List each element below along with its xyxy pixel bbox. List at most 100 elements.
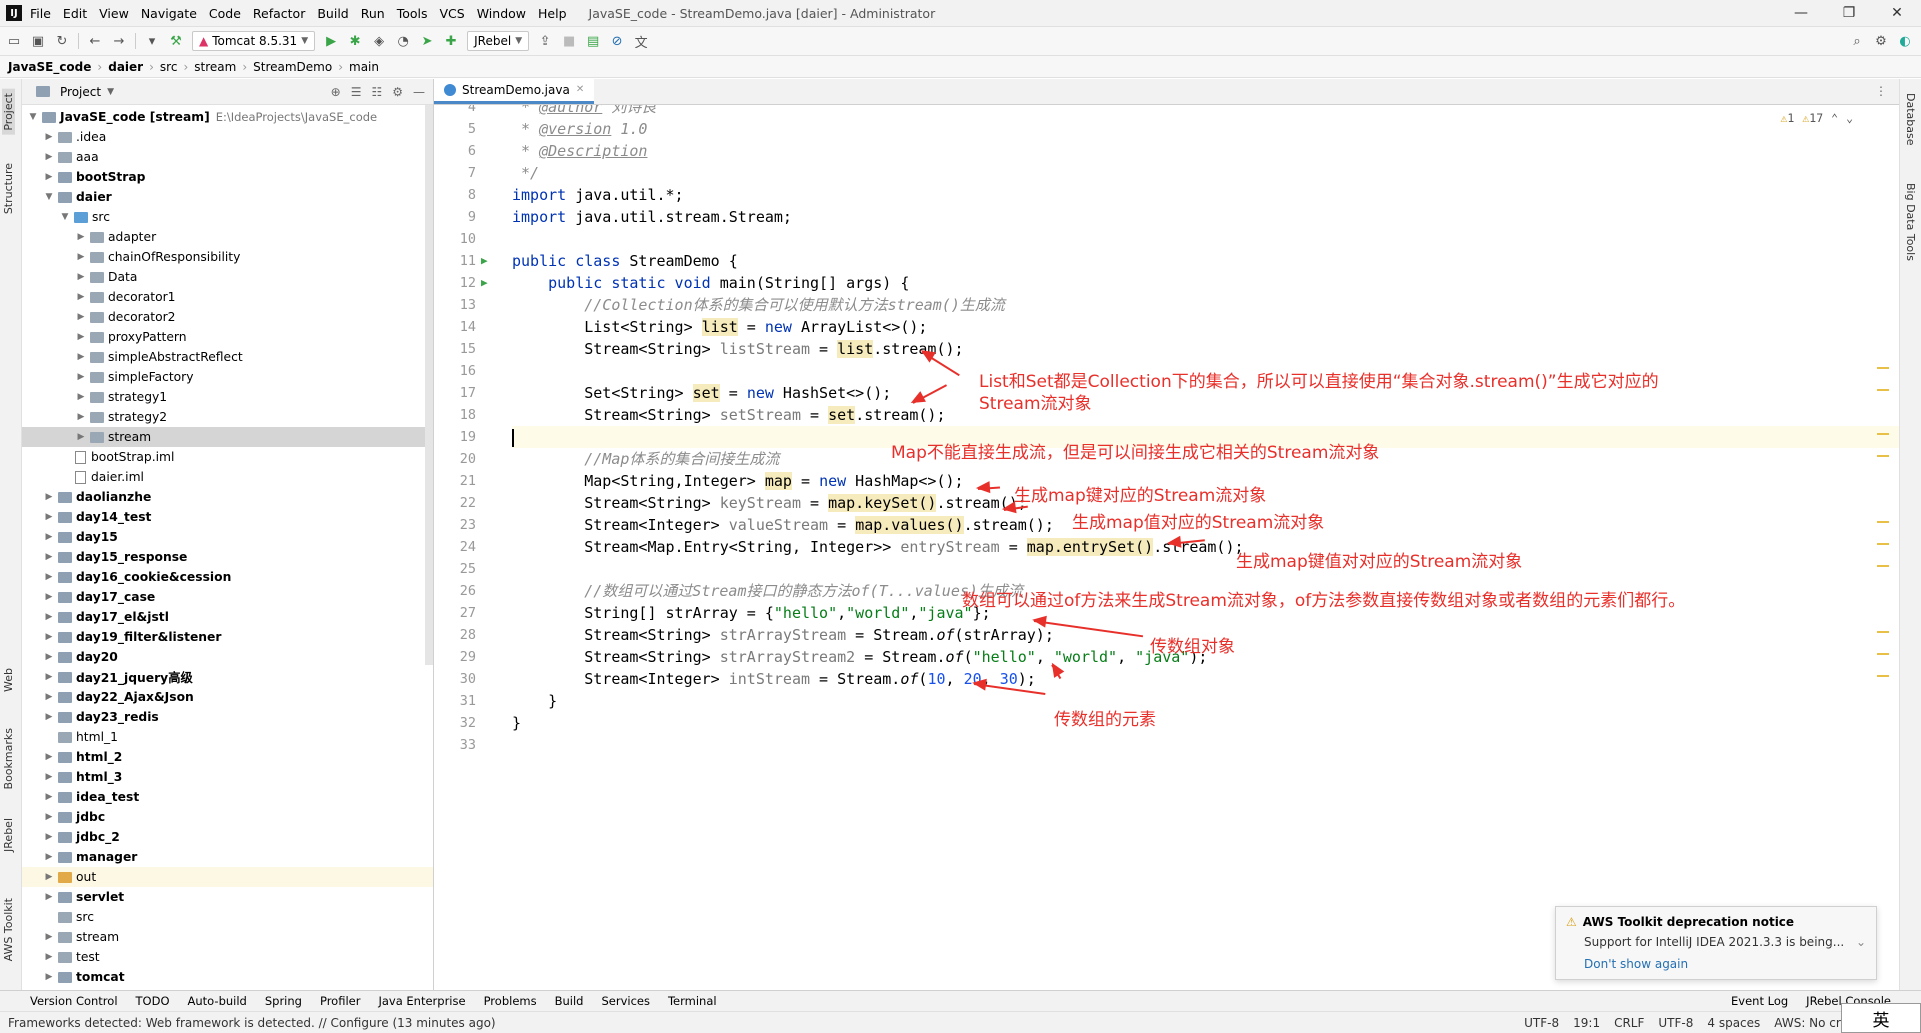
todo-tab[interactable]: TODO [136,994,170,1008]
chart-icon[interactable]: ▤ [585,33,601,49]
chevron-right-icon[interactable]: ▶ [42,132,56,142]
menu-item-build[interactable]: Build [317,6,348,21]
chevron-right-icon[interactable]: ▶ [42,652,56,662]
tree-item[interactable]: ▶ day19_filter&listener [22,627,433,647]
jrebel-run-icon[interactable]: ➤ [419,33,435,49]
menu-item-code[interactable]: Code [209,6,241,21]
close-button[interactable]: ✕ [1873,5,1921,21]
plugin-icon[interactable]: ◐ [1897,33,1913,49]
hide-panel-icon[interactable]: — [413,85,425,99]
chevron-right-icon[interactable]: ▶ [74,232,88,242]
status-encoding[interactable]: UTF-8 [1524,1016,1559,1030]
tree-item[interactable]: bootStrap.iml [22,447,433,467]
chevron-right-icon[interactable]: ▶ [42,772,56,782]
menu-item-window[interactable]: Window [477,6,526,21]
aws-toolkit-tool-tab[interactable]: AWS Toolkit [2,894,15,965]
tree-item[interactable]: html_1 [22,727,433,747]
tree-item[interactable]: ▶ jdbc_2 [22,827,433,847]
bookmarks-tool-tab[interactable]: Bookmarks [2,724,15,793]
status-indent[interactable]: 4 spaces [1707,1016,1760,1030]
database-tool-tab[interactable]: Database [1904,89,1917,150]
tree-item[interactable]: ▶ adapter [22,227,433,247]
no-entry-icon[interactable]: ⊘ [609,33,625,49]
chevron-right-icon[interactable]: ▶ [42,612,56,622]
search-icon[interactable]: ⌕ [1849,33,1865,49]
code-line[interactable] [512,734,1899,756]
translate-icon[interactable]: 文 [633,33,649,51]
chevron-right-icon[interactable]: ▶ [42,492,56,502]
locate-icon[interactable]: ⊕ [331,85,341,99]
ime-indicator[interactable]: 英 [1841,1003,1921,1033]
chevron-right-icon[interactable]: ▶ [42,892,56,902]
chevron-right-icon[interactable]: ▶ [42,572,56,582]
chevron-right-icon[interactable]: ▶ [74,272,88,282]
breadcrumb-module[interactable]: daier [108,60,143,74]
code-line[interactable]: Stream<String> listStream = list.stream(… [512,338,1899,360]
add-config-icon[interactable]: ▾ [144,33,160,49]
tree-item[interactable]: ▶ day22_Ajax&Json [22,687,433,707]
tree-item[interactable]: ▶ day15 [22,527,433,547]
close-tab-icon[interactable]: ✕ [576,84,584,95]
chevron-right-icon[interactable]: ▶ [74,252,88,262]
chevron-right-icon[interactable]: ▶ [42,952,56,962]
chevron-right-icon[interactable]: ▶ [42,512,56,522]
breadcrumb-src[interactable]: src [160,60,178,74]
tree-item[interactable]: ▶ manager [22,847,433,867]
big-data-tools-tab[interactable]: Big Data Tools [1904,179,1917,265]
chevron-right-icon[interactable]: ▶ [74,292,88,302]
tree-item[interactable]: ▶ aaa [22,147,433,167]
more-tabs-icon[interactable]: ⋮ [1875,84,1887,98]
code-line[interactable]: Stream<Integer> intStream = Stream.of(10… [512,668,1899,690]
tree-item[interactable]: ▶ daolianzhe [22,487,433,507]
chevron-right-icon[interactable]: ▶ [74,412,88,422]
chevron-right-icon[interactable]: ▶ [42,552,56,562]
settings-gear-icon[interactable]: ⚙ [1873,33,1889,49]
chevron-down-icon[interactable]: ▼ [42,192,56,202]
chevron-up-icon[interactable]: ⌃ [1831,111,1838,125]
version-control-tab[interactable]: Version Control [30,994,118,1008]
menu-item-navigate[interactable]: Navigate [141,6,197,21]
code-line[interactable]: public static void main(String[] args) { [512,272,1899,294]
tree-item[interactable]: daier.iml [22,467,433,487]
code-editor[interactable]: 4 * @author 刘诗良 5 * @version 1.0 6 * @Desc… [434,105,1899,990]
tree-item[interactable]: ▶ strategy2 [22,407,433,427]
code-line[interactable]: } [512,690,1899,712]
chevron-right-icon[interactable]: ▶ [42,752,56,762]
chevron-right-icon[interactable]: ▶ [74,312,88,322]
tree-item[interactable]: ▶ stream [22,927,433,947]
web-tool-tab[interactable]: Web [2,664,15,696]
tree-item[interactable]: ▶ idea_test [22,787,433,807]
project-scrollbar[interactable] [425,105,433,665]
code-line[interactable]: * @author 刘诗良 [512,105,1899,118]
structure-tool-tab[interactable]: Structure [2,159,15,218]
breadcrumb-method[interactable]: main [349,60,379,74]
chevron-right-icon[interactable]: ▶ [42,172,56,182]
code-line[interactable]: Stream<String> setStream = set.stream(); [512,404,1899,426]
chevron-right-icon[interactable]: ▶ [74,352,88,362]
code-line[interactable] [512,228,1899,250]
back-icon[interactable]: ← [87,33,103,49]
dont-show-again-link[interactable]: Don't show again [1566,957,1866,971]
breadcrumb-class[interactable]: StreamDemo [253,60,332,74]
expand-all-icon[interactable]: ☰ [351,85,362,99]
event-log-tab[interactable]: Event Log [1731,994,1788,1008]
editor-tab-streamdemo[interactable]: StreamDemo.java ✕ [434,78,595,104]
menu-item-tools[interactable]: Tools [397,6,428,21]
tree-item[interactable]: ▶ out [22,867,433,887]
chevron-right-icon[interactable]: ▶ [42,152,56,162]
tree-item[interactable]: ▶ day17_case [22,587,433,607]
save-icon[interactable]: ▣ [30,33,46,49]
status-caret-position[interactable]: 19:1 [1573,1016,1600,1030]
tree-item[interactable]: ▼ src [22,207,433,227]
chevron-right-icon[interactable]: ▶ [42,832,56,842]
tree-item[interactable]: ▶ day17_el&jstl [22,607,433,627]
chevron-right-icon[interactable]: ▶ [74,332,88,342]
terminal-tab[interactable]: Terminal [668,994,717,1008]
status-line-separator[interactable]: CRLF [1614,1016,1644,1030]
code-line[interactable] [512,558,1899,580]
tree-item[interactable]: ▶ chainOfResponsibility [22,247,433,267]
expand-notice-icon[interactable]: ⌄ [1856,935,1866,949]
code-line[interactable]: } [512,712,1899,734]
tree-item[interactable]: ▶ bootStrap [22,167,433,187]
options-gear-icon[interactable]: ⚙ [392,85,403,99]
